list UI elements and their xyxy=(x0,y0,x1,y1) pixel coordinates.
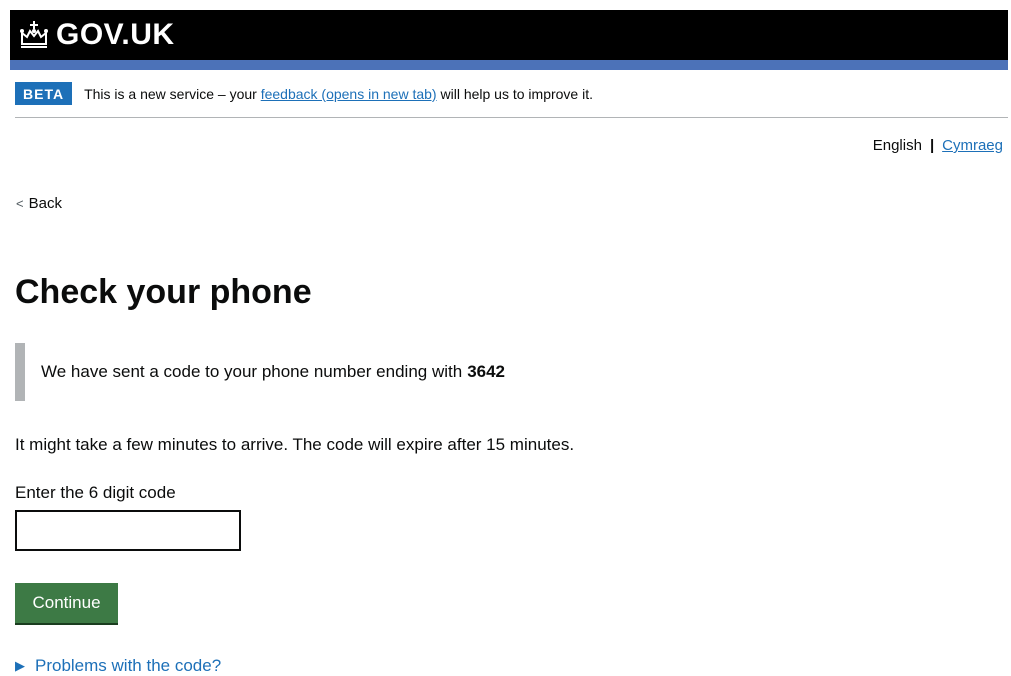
phase-banner-text: This is a new service – your feedback (o… xyxy=(84,82,593,106)
language-separator: | xyxy=(929,137,935,154)
language-toggle: English | Cymraeg xyxy=(873,137,1003,154)
govuk-logo-text: GOV.UK xyxy=(56,18,175,51)
language-cymraeg-link[interactable]: Cymraeg xyxy=(942,137,1003,154)
inset-message: We have sent a code to your phone number… xyxy=(41,362,463,381)
crown-icon xyxy=(20,21,48,48)
problems-details-summary[interactable]: ▶ Problems with the code? xyxy=(15,656,221,676)
language-current: English xyxy=(872,137,922,154)
phone-suffix: 3642 xyxy=(467,362,506,381)
phase-text-after: will help us to improve it. xyxy=(440,86,593,102)
feedback-link[interactable]: feedback (opens in new tab) xyxy=(261,86,437,102)
phase-text-before: This is a new service – your xyxy=(84,86,257,102)
problems-label: Problems with the code? xyxy=(35,656,222,675)
header-blue-bar xyxy=(10,60,1008,70)
code-input[interactable] xyxy=(15,510,241,551)
back-link[interactable]: Back xyxy=(29,195,62,212)
continue-button[interactable]: Continue xyxy=(15,583,118,623)
govuk-header: GOV.UK xyxy=(10,10,1008,60)
inset-text: We have sent a code to your phone number… xyxy=(15,343,505,401)
expiry-info-text: It might take a few minutes to arrive. T… xyxy=(15,435,575,454)
phase-banner: BETA This is a new service – your feedba… xyxy=(15,82,1008,118)
govuk-logo-link[interactable]: GOV.UK xyxy=(18,10,175,60)
triangle-right-icon: ▶ xyxy=(15,658,25,673)
page-title: Check your phone xyxy=(15,273,312,311)
back-link-container: < Back xyxy=(16,195,62,212)
beta-tag: BETA xyxy=(15,82,73,105)
chevron-left-icon: < xyxy=(16,196,24,211)
code-field-label: Enter the 6 digit code xyxy=(15,483,176,502)
